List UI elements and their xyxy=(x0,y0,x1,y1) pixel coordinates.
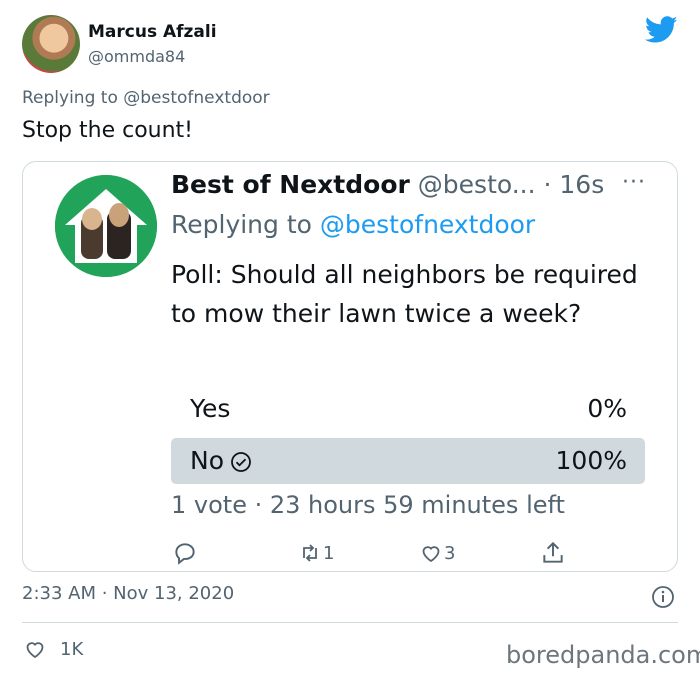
heart-icon xyxy=(26,642,44,659)
reply-context[interactable]: Replying to @bestofnextdoor xyxy=(22,88,270,108)
retweet-icon xyxy=(303,544,317,562)
retweet-button[interactable]: 1 xyxy=(297,538,334,568)
author-avatar[interactable] xyxy=(22,15,80,73)
watermark: boredpanda.com xyxy=(506,641,700,669)
divider xyxy=(22,622,678,623)
quoted-reply-handle-link[interactable]: @bestofnextdoor xyxy=(320,210,535,239)
heart-icon xyxy=(422,546,440,563)
reply-button[interactable] xyxy=(171,538,199,568)
quoted-author[interactable]: Best of Nextdoor @besto... · 16s xyxy=(171,170,604,199)
quoted-handle-time: @besto... · 16s xyxy=(409,170,605,199)
tweet-like-button[interactable]: 1K xyxy=(22,637,83,661)
tweet-like-count: 1K xyxy=(60,638,84,660)
poll-option-label-wrap: No xyxy=(190,446,252,475)
quoted-reply-prefix: Replying to xyxy=(171,210,320,239)
check-circle-icon xyxy=(231,452,251,472)
like-count: 3 xyxy=(444,542,456,564)
share-button[interactable] xyxy=(540,538,566,568)
house-logo-icon xyxy=(55,175,157,277)
tweet-timestamp[interactable]: 2:33 AM · Nov 13, 2020 xyxy=(22,583,234,604)
retweet-count: 1 xyxy=(323,542,335,564)
tweet-text: Stop the count! xyxy=(22,118,193,143)
reply-icon xyxy=(175,543,195,565)
more-options-icon[interactable]: ··· xyxy=(622,170,646,195)
poll-option-label: No xyxy=(190,446,224,475)
author-handle[interactable]: @ommda84 xyxy=(88,47,185,66)
poll-option-label: Yes xyxy=(190,394,231,423)
poll-option-no[interactable]: No 100% xyxy=(171,438,645,484)
poll-option-yes[interactable]: Yes 0% xyxy=(171,386,645,432)
author-name[interactable]: Marcus Afzali xyxy=(88,22,217,42)
like-button[interactable]: 3 xyxy=(418,538,455,568)
quoted-author-name[interactable]: Best of Nextdoor xyxy=(171,170,410,199)
poll-option-percent: 0% xyxy=(587,394,627,423)
poll-option-percent: 100% xyxy=(555,446,627,475)
quoted-tweet-text: Poll: Should all neighbors be required t… xyxy=(171,260,638,328)
share-icon xyxy=(543,541,563,563)
info-icon[interactable] xyxy=(651,585,675,609)
twitter-bird-icon xyxy=(645,16,678,43)
quoted-avatar[interactable] xyxy=(55,175,157,277)
quoted-reply-context: Replying to @bestofnextdoor xyxy=(171,210,535,239)
poll-meta: 1 vote · 23 hours 59 minutes left xyxy=(171,491,565,519)
